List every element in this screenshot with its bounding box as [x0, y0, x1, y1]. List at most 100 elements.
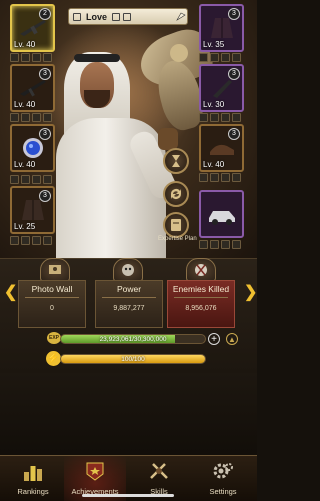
gem-socket[interactable] — [32, 113, 41, 122]
gem-socket[interactable] — [43, 113, 52, 122]
rankings-icon — [24, 466, 42, 481]
equipment-slot-left-3[interactable]: 3 Lv. 40 — [10, 124, 55, 172]
gem-socket[interactable] — [232, 53, 241, 62]
hourglass-button[interactable] — [163, 148, 189, 174]
exp-text: 23,923,061/30,300,000 — [99, 336, 167, 343]
stat-value: 0 — [50, 305, 54, 312]
stat-power[interactable]: Power 9,887,277 — [95, 280, 163, 328]
gem-socket[interactable] — [232, 113, 241, 122]
gem-socket[interactable] — [43, 53, 52, 62]
home-indicator[interactable] — [82, 494, 174, 497]
gem-socket[interactable] — [221, 53, 230, 62]
slot-badge: 3 — [39, 190, 51, 202]
gem-socket[interactable] — [199, 240, 208, 249]
energy-bar: 100/100 — [60, 354, 206, 364]
gem-row — [199, 173, 241, 182]
refresh-icon — [171, 189, 181, 199]
gem-socket[interactable] — [10, 53, 19, 62]
equipment-slot-left-4[interactable]: 3 Lv. 25 — [10, 186, 55, 234]
expertise-plan-icon — [171, 219, 181, 231]
equipment-slot-left-1[interactable]: 2 Lv. 40 — [10, 4, 55, 52]
stat-divider — [25, 297, 79, 298]
refresh-button[interactable] — [163, 181, 189, 207]
slot-level: Lv. 35 — [203, 40, 225, 49]
equipment-slot-right-4[interactable] — [199, 190, 244, 238]
stat-value: 8,956,076 — [185, 305, 217, 312]
player-name-plate[interactable]: Love — [68, 8, 188, 25]
gem-row — [199, 113, 241, 122]
expertise-plan-button[interactable] — [163, 212, 189, 238]
gem-socket[interactable] — [10, 236, 19, 245]
gem-socket[interactable] — [199, 113, 208, 122]
nav-rankings[interactable]: Rankings — [2, 456, 64, 501]
gem-socket[interactable] — [21, 236, 30, 245]
gem-row — [10, 175, 52, 184]
gem-socket[interactable] — [32, 236, 41, 245]
gem-socket[interactable] — [43, 175, 52, 184]
gem-socket[interactable] — [21, 53, 30, 62]
gem-socket[interactable] — [21, 175, 30, 184]
gem-socket[interactable] — [232, 173, 241, 182]
equipment-slot-right-2[interactable]: 3 Lv. 30 — [199, 64, 244, 112]
equipment-slot-right-1[interactable]: 3 Lv. 35 — [199, 4, 244, 52]
nav-settings[interactable]: Settings — [192, 456, 254, 501]
energy-text: 100/100 — [121, 356, 145, 363]
car-icon — [209, 211, 235, 225]
slot-badge: 3 — [39, 128, 51, 140]
name-box-icon — [112, 12, 121, 21]
name-box-icon — [123, 12, 132, 21]
stat-photo-wall[interactable]: Photo Wall 0 — [18, 280, 86, 328]
gem-socket[interactable] — [10, 113, 19, 122]
power-icon — [113, 258, 143, 282]
slot-badge: 3 — [228, 68, 240, 80]
next-arrow-icon[interactable]: ❯ — [244, 282, 257, 302]
gem-socket[interactable] — [210, 173, 219, 182]
gem-socket[interactable] — [10, 175, 19, 184]
gem-socket[interactable] — [199, 53, 208, 62]
slot-level: Lv. 40 — [14, 40, 36, 49]
equipment-slot-left-2[interactable]: 3 Lv. 40 — [10, 64, 55, 112]
slot-badge: 3 — [39, 68, 51, 80]
slot-level: Lv. 40 — [14, 160, 36, 169]
gem-row — [10, 236, 52, 245]
gem-row — [199, 240, 241, 249]
previous-arrow-icon[interactable]: ❮ — [4, 282, 17, 302]
gem-socket[interactable] — [199, 173, 208, 182]
photo-wall-icon — [40, 258, 70, 282]
gem-socket[interactable] — [210, 113, 219, 122]
gem-socket[interactable] — [221, 240, 230, 249]
gem-socket[interactable] — [32, 175, 41, 184]
gem-socket[interactable] — [221, 173, 230, 182]
achievements-icon — [86, 462, 104, 481]
exp-bar: 23,923,061/30,300,000 — [60, 334, 206, 344]
character-agal — [74, 54, 120, 62]
expertise-plan-label: Expertise Plan — [158, 236, 197, 242]
energy-lightning-icon: ⚡ — [46, 351, 61, 366]
stat-title: Power — [116, 284, 142, 294]
gem-socket[interactable] — [232, 240, 241, 249]
skills-icon — [150, 463, 168, 479]
gem-socket[interactable] — [43, 236, 52, 245]
gem-socket[interactable] — [32, 53, 41, 62]
gem-row — [10, 113, 52, 122]
falcon-flag-icon[interactable] — [176, 11, 186, 21]
nav-label: Rankings — [17, 487, 49, 496]
player-name: Love — [86, 11, 108, 22]
falcon-head — [170, 44, 188, 62]
stats-info-icon[interactable]: ▲ — [226, 333, 238, 345]
stat-divider — [174, 297, 228, 298]
gem-socket[interactable] — [21, 113, 30, 122]
add-exp-plus-icon[interactable]: + — [208, 333, 220, 345]
gem-socket[interactable] — [210, 240, 219, 249]
nav-label: Settings — [209, 487, 237, 496]
stat-title: Enemies Killed — [172, 284, 230, 294]
equipment-slot-right-3[interactable]: 3 Lv. 40 — [199, 124, 244, 172]
slot-badge: 2 — [39, 8, 51, 20]
gem-row — [199, 53, 241, 62]
slot-badge: 3 — [228, 128, 240, 140]
gem-socket[interactable] — [221, 113, 230, 122]
gem-socket[interactable] — [210, 53, 219, 62]
falconry-glove — [158, 128, 178, 150]
stat-enemies-killed[interactable]: Enemies Killed 8,956,076 — [167, 280, 235, 328]
stat-value: 9,887,277 — [113, 305, 145, 312]
